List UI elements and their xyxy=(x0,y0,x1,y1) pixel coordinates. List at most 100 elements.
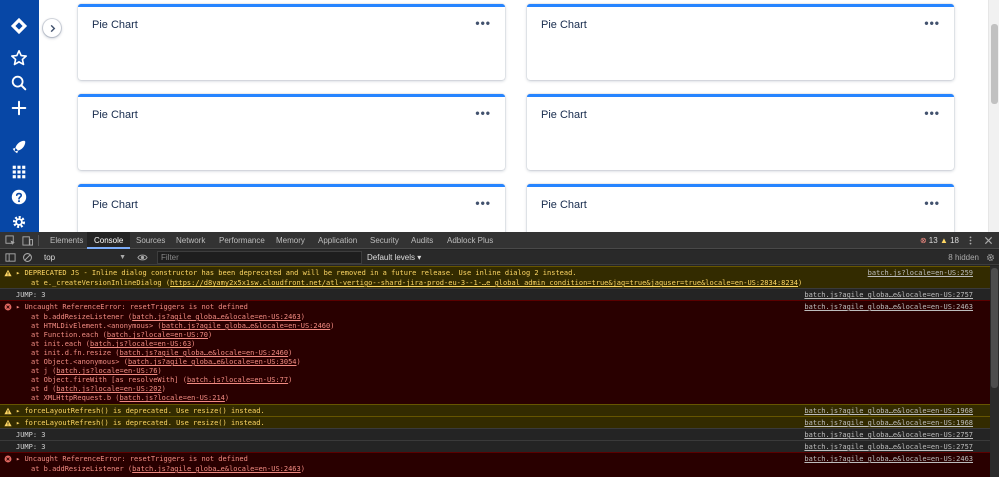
source-link[interactable]: batch.js?agile globa…e&locale=en-US:2460 xyxy=(162,322,331,330)
gear-icon[interactable] xyxy=(9,212,29,232)
console-error: ▸ Uncaught ReferenceError: resetTriggers… xyxy=(0,452,990,477)
more-options-icon[interactable]: ••• xyxy=(475,196,491,210)
console-log: JUMP: 3 batch.js?agile globa…e&locale=en… xyxy=(0,428,990,440)
device-toolbar-icon[interactable] xyxy=(22,235,33,246)
error-icon xyxy=(4,303,12,311)
tab-adblock-plus[interactable]: Adblock Plus xyxy=(447,232,493,249)
console-filter-bar: top ▼ Default levels ▾ 8 hidden xyxy=(0,250,999,265)
message-text: JUMP: 3 xyxy=(16,443,46,451)
warning-icon: ▲ xyxy=(939,236,948,245)
search-icon[interactable] xyxy=(9,73,29,93)
message-text: JUMP: 3 xyxy=(16,431,46,439)
apps-grid-icon[interactable] xyxy=(9,162,29,182)
chevron-right-icon xyxy=(50,24,55,32)
source-link[interactable]: batch.js?agile globa…e&locale=en-US:1968 xyxy=(804,418,973,428)
issue-counts[interactable]: ⊗ 13 ▲ 18 xyxy=(920,232,959,249)
more-options-icon[interactable]: ••• xyxy=(924,16,940,30)
console-log: JUMP: 3 batch.js?agile globa…e&locale=en… xyxy=(0,288,990,300)
source-link[interactable]: batch.js?locale=en-US:63 xyxy=(90,340,191,348)
plus-icon[interactable] xyxy=(9,98,29,118)
gadget-title: Pie Chart xyxy=(541,19,587,31)
scrollbar-thumb[interactable] xyxy=(991,268,998,388)
more-options-icon[interactable]: ••• xyxy=(475,16,491,30)
inspect-element-icon[interactable] xyxy=(5,235,16,246)
clear-console-icon[interactable] xyxy=(22,252,33,263)
source-link[interactable]: batch.js?locale=en-US:214 xyxy=(120,394,225,402)
more-options-icon[interactable]: ••• xyxy=(475,106,491,120)
message-text: ▸ DEPRECATED JS - Inline dialog construc… xyxy=(16,269,577,277)
tab-memory[interactable]: Memory xyxy=(276,232,305,249)
gadget-title: Pie Chart xyxy=(541,199,587,211)
stack-frame: at e._createVersionInlineDialog (https:/… xyxy=(31,279,803,287)
error-icon xyxy=(4,455,12,463)
warning-icon xyxy=(4,419,12,427)
tab-console[interactable]: Console xyxy=(87,232,131,249)
message-text: ▸ forceLayoutRefresh() is deprecated. Us… xyxy=(16,419,265,427)
devtools-tabbar: Elements Console Sources Network Perform… xyxy=(0,232,999,249)
more-options-icon[interactable]: ••• xyxy=(924,196,940,210)
source-link[interactable]: batch.js?locale=en-US:202 xyxy=(56,385,161,393)
source-link[interactable]: batch.js?agile globa…e&locale=en-US:2463 xyxy=(132,465,301,473)
context-select[interactable]: top ▼ xyxy=(44,251,126,264)
source-link[interactable]: batch.js?agile globa…e&locale=en-US:2460 xyxy=(120,349,289,357)
star-icon[interactable] xyxy=(9,48,29,68)
tab-performance[interactable]: Performance xyxy=(219,232,265,249)
gadget-pie-chart: Pie Chart ••• xyxy=(527,4,954,80)
source-link[interactable]: batch.js?agile globa…e&locale=en-US:2757 xyxy=(804,430,973,440)
console-filter-input[interactable] xyxy=(157,251,362,264)
log-levels-dropdown[interactable]: Default levels ▾ xyxy=(367,251,421,264)
source-link[interactable]: batch.js?locale=en-US:77 xyxy=(187,376,288,384)
more-options-icon[interactable]: ••• xyxy=(924,106,940,120)
console-warning: ▸ DEPRECATED JS - Inline dialog construc… xyxy=(0,266,990,288)
caret-down-icon: ▼ xyxy=(119,254,126,261)
tab-elements[interactable]: Elements xyxy=(50,232,83,249)
rocket-icon[interactable] xyxy=(9,137,29,157)
gadget-pie-chart: Pie Chart ••• xyxy=(78,4,505,80)
jira-logo-icon[interactable] xyxy=(9,16,29,36)
error-icon: ⊗ xyxy=(919,236,927,245)
live-expression-eye-icon[interactable] xyxy=(137,252,148,263)
gadget-pie-chart: Pie Chart ••• xyxy=(527,184,954,232)
source-link[interactable]: batch.js?agile globa…e&locale=en-US:2463 xyxy=(804,454,973,464)
dashboard-gadgets: Pie Chart ••• Pie Chart ••• Pie Chart ••… xyxy=(78,0,954,232)
gadget-pie-chart: Pie Chart ••• xyxy=(527,94,954,170)
source-link[interactable]: batch.js?agile globa…e&locale=en-US:2463 xyxy=(804,302,973,312)
hidden-messages-count: 8 hidden xyxy=(948,253,979,262)
gadget-title: Pie Chart xyxy=(541,109,587,121)
warning-icon xyxy=(4,269,12,277)
close-icon[interactable] xyxy=(984,236,993,245)
source-link[interactable]: batch.js?agile globa…e&locale=en-US:1968 xyxy=(804,406,973,416)
page-scrollbar[interactable] xyxy=(988,0,999,232)
source-link[interactable]: batch.js?locale=en-US:259 xyxy=(868,268,973,278)
console-settings-gear-icon[interactable] xyxy=(986,253,995,262)
more-vertical-icon[interactable] xyxy=(966,236,975,245)
error-count: 13 xyxy=(928,236,938,245)
scrollbar-thumb[interactable] xyxy=(991,24,998,104)
tab-application[interactable]: Application xyxy=(318,232,357,249)
source-link[interactable]: batch.js?agile globa…e&locale=en-US:2757 xyxy=(804,442,973,452)
gadget-title: Pie Chart xyxy=(92,19,138,31)
console-scrollbar[interactable] xyxy=(990,266,999,477)
sidebar-toggle-icon[interactable] xyxy=(5,252,16,263)
jira-dashboard: Pie Chart ••• Pie Chart ••• Pie Chart ••… xyxy=(0,0,999,232)
tab-security[interactable]: Security xyxy=(370,232,399,249)
help-icon[interactable] xyxy=(9,187,29,207)
collapse-sidebar-button[interactable] xyxy=(43,19,61,37)
tab-audits[interactable]: Audits xyxy=(411,232,433,249)
message-text: JUMP: 3 xyxy=(16,291,46,299)
source-link[interactable]: https://d8yamy2x5x1sw.cloudfront.net/atl… xyxy=(170,279,798,287)
tab-sources[interactable]: Sources xyxy=(136,232,165,249)
tab-network[interactable]: Network xyxy=(176,232,205,249)
context-value: top xyxy=(44,253,56,262)
stack-frame: at b.addResizeListener (batch.js?agile g… xyxy=(31,465,305,473)
console-log: JUMP: 3 batch.js?agile globa…e&locale=en… xyxy=(0,440,990,452)
message-text: ▸ Uncaught ReferenceError: resetTriggers… xyxy=(16,455,248,463)
warning-count: 18 xyxy=(950,236,959,245)
gadget-pie-chart: Pie Chart ••• xyxy=(78,184,505,232)
source-link[interactable]: batch.js?locale=en-US:70 xyxy=(107,331,208,339)
source-link[interactable]: batch.js?agile globa…e&locale=en-US:2757 xyxy=(804,290,973,300)
source-link[interactable]: batch.js?agile globa…e&locale=en-US:3054 xyxy=(128,358,297,366)
source-link[interactable]: batch.js?locale=en-US:76 xyxy=(56,367,157,375)
source-link[interactable]: batch.js?agile globa…e&locale=en-US:2463 xyxy=(132,313,301,321)
console-error: ▸ Uncaught ReferenceError: resetTriggers… xyxy=(0,300,990,404)
